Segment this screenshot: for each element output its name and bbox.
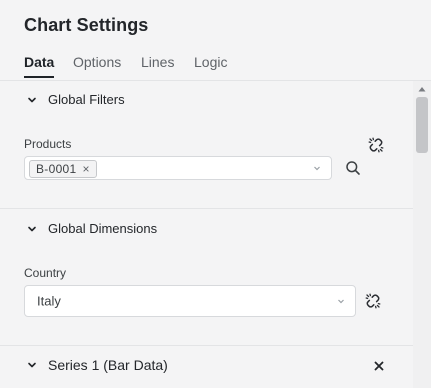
unlink-icon — [368, 137, 384, 153]
section-divider — [0, 208, 413, 209]
product-chip-label: B-0001 — [36, 162, 77, 176]
chevron-down-icon — [28, 362, 36, 368]
series-1-heading: Series 1 (Bar Data) — [48, 357, 168, 373]
scroll-up-arrow-icon[interactable] — [418, 86, 426, 92]
country-select[interactable]: Italy — [24, 285, 356, 317]
country-label: Country — [24, 266, 67, 280]
tab-data[interactable]: Data — [24, 54, 55, 78]
global-filters-heading: Global Filters — [48, 92, 125, 107]
products-unlink-button[interactable] — [367, 136, 385, 154]
chevron-down-icon — [28, 97, 36, 102]
tab-lines[interactable]: Lines — [141, 54, 174, 76]
tab-options[interactable]: Options — [73, 54, 121, 76]
products-search-button[interactable] — [344, 159, 362, 177]
chevron-down-icon — [338, 299, 344, 304]
scrollbar-thumb[interactable] — [416, 97, 428, 153]
product-chip: B-0001 × — [29, 160, 97, 178]
products-label: Products — [24, 137, 72, 151]
chevron-down-icon — [28, 226, 36, 231]
scrollbar[interactable] — [413, 81, 431, 388]
series-1-header[interactable]: Series 1 (Bar Data) — [26, 357, 168, 373]
global-dimensions-heading: Global Dimensions — [48, 221, 158, 236]
global-filters-header[interactable]: Global Filters — [26, 92, 125, 107]
search-icon — [346, 161, 360, 175]
products-multiselect[interactable]: B-0001 × — [24, 156, 332, 180]
close-icon[interactable] — [372, 359, 386, 373]
settings-content: Global Filters Products B-0001 × Global … — [0, 81, 413, 388]
section-divider — [0, 345, 413, 346]
tab-logic[interactable]: Logic — [194, 54, 227, 76]
remove-chip-icon[interactable]: × — [83, 162, 90, 176]
global-dimensions-header[interactable]: Global Dimensions — [26, 221, 157, 236]
country-unlink-button[interactable] — [364, 292, 382, 310]
country-select-value: Italy — [37, 293, 61, 309]
page-title: Chart Settings — [24, 15, 149, 35]
chevron-down-icon — [314, 166, 320, 171]
unlink-icon — [365, 293, 381, 309]
